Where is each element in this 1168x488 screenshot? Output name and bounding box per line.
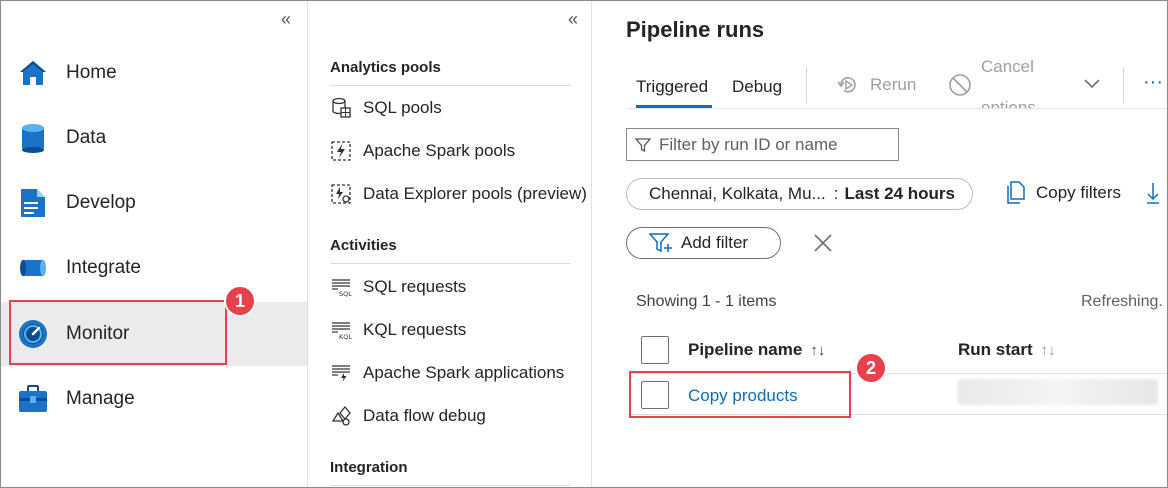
search-box [626, 128, 899, 161]
section-heading-activities: Activities [330, 237, 397, 254]
add-filter-icon [649, 233, 672, 253]
svg-text:SQL: SQL [339, 290, 352, 298]
region-filter-value: Chennai, Kolkata, Mu... [649, 184, 826, 203]
section-heading-analytics-pools: Analytics pools [330, 59, 441, 76]
search-input[interactable] [659, 134, 889, 155]
rerun-button[interactable]: Rerun [836, 73, 916, 97]
copy-filters-label: Copy filters [1036, 183, 1122, 202]
spark-applications-icon [332, 365, 350, 382]
hub-item-data-flow-debug[interactable]: Data flow debug [330, 400, 592, 432]
nav-item-develop[interactable]: Develop [1, 171, 307, 235]
hub-item-label: SQL pools [363, 98, 442, 117]
download-icon[interactable] [1145, 181, 1161, 205]
data-flow-debug-icon [331, 405, 351, 426]
cancel-options-dropdown[interactable] [948, 73, 972, 97]
hub-item-label: Data flow debug [363, 406, 486, 425]
home-icon [20, 61, 46, 85]
filter-separator: : [833, 184, 839, 203]
cancel-label: Cancel [981, 57, 1034, 76]
tabs-divider [626, 108, 1167, 109]
database-icon [22, 124, 44, 153]
chevron-down-icon[interactable] [1083, 77, 1101, 91]
column-header-pipeline-name[interactable]: Pipeline name ↑↓ [688, 340, 825, 360]
sql-requests-icon: SQL [332, 279, 352, 298]
tab-debug[interactable]: Debug [732, 77, 782, 97]
hub-item-label: Apache Spark applications [363, 363, 565, 382]
document-icon [21, 189, 45, 217]
refresh-status: Refreshing. [1081, 293, 1163, 310]
left-nav: « Home Data Develop Integrate Monitor Ma… [1, 1, 308, 487]
hub-item-kql-requests[interactable]: KQL KQL requests [330, 314, 592, 346]
nav-item-label: Manage [66, 388, 135, 409]
section-divider [330, 485, 571, 486]
spark-pool-icon [331, 141, 351, 161]
section-heading-integration: Integration [330, 459, 408, 476]
result-count: Showing 1 - 1 items [636, 293, 777, 310]
time-region-filter-pill[interactable]: Chennai, Kolkata, Mu... : Last 24 hours [626, 178, 973, 210]
filter-icon [635, 137, 651, 152]
sort-icon[interactable]: ↑↓ [1041, 342, 1056, 359]
sort-icon[interactable]: ↑↓ [810, 342, 825, 359]
section-divider [330, 263, 571, 264]
nav-item-data[interactable]: Data [1, 106, 307, 170]
copy-icon [1007, 181, 1025, 204]
clear-filters-icon[interactable] [813, 233, 833, 253]
hub-item-sql-pools[interactable]: SQL pools [330, 92, 592, 124]
callout-highlight-pipeline-row [629, 371, 851, 418]
collapse-nav-icon[interactable]: « [281, 9, 291, 30]
hub-item-apache-spark-pools[interactable]: Apache Spark pools [330, 135, 592, 167]
cancel-icon [949, 74, 971, 96]
hub-item-label: Data Explorer pools (preview) [363, 184, 587, 203]
svg-text:KQL: KQL [339, 333, 352, 341]
nav-item-label: Develop [66, 192, 136, 213]
copy-filters-button[interactable]: Copy filters [1005, 181, 1121, 205]
collapse-hub-icon[interactable]: « [568, 9, 578, 30]
callout-badge-1: 1 [224, 285, 256, 317]
hub-item-label: KQL requests [363, 320, 467, 339]
app-window: « Home Data Develop Integrate Monitor Ma… [0, 0, 1168, 488]
hub-item-label: Apache Spark pools [363, 141, 516, 160]
cancel-options-label: options [981, 98, 1036, 108]
toolbar-separator [806, 67, 807, 103]
rerun-icon [837, 77, 856, 93]
more-options-icon[interactable]: ··· [1143, 71, 1163, 94]
callout-badge-2: 2 [855, 352, 887, 384]
hub-item-apache-spark-applications[interactable]: Apache Spark applications [330, 357, 592, 389]
page-title: Pipeline runs [626, 17, 765, 42]
nav-item-manage[interactable]: Manage [1, 367, 307, 431]
tab-triggered[interactable]: Triggered [636, 77, 708, 97]
hub-item-sql-requests[interactable]: SQL SQL requests [330, 271, 592, 303]
toolbox-icon [19, 385, 47, 412]
hub-item-label: SQL requests [363, 277, 467, 296]
column-header-run-start[interactable]: Run start ↑↓ [958, 340, 1056, 360]
nav-item-home[interactable]: Home [1, 41, 307, 105]
data-explorer-pool-icon [331, 184, 351, 204]
kql-requests-icon: KQL [332, 322, 352, 341]
nav-item-label: Integrate [66, 257, 141, 278]
time-range-value: Last 24 hours [844, 184, 955, 203]
select-all-checkbox[interactable] [641, 336, 669, 364]
sql-pool-icon [332, 97, 351, 118]
pipeline-icon [20, 260, 46, 276]
nav-item-integrate[interactable]: Integrate [1, 236, 307, 300]
run-start-value-redacted [958, 379, 1158, 405]
column-header-label: Run start [958, 340, 1033, 359]
pipeline-runs-pane: Pipeline runs Triggered Debug Rerun Canc… [593, 1, 1167, 487]
nav-item-label: Data [66, 127, 107, 148]
add-filter-button[interactable]: Add filter [626, 227, 781, 259]
section-divider [330, 85, 571, 86]
toolbar-separator [1123, 67, 1124, 103]
nav-item-label: Home [66, 62, 117, 83]
monitor-hub-panel: « Analytics pools SQL pools Apache Spark… [309, 1, 592, 487]
add-filter-label: Add filter [681, 233, 749, 252]
hub-item-data-explorer-pools[interactable]: Data Explorer pools (preview) [330, 178, 592, 210]
callout-highlight-monitor [9, 300, 227, 365]
rerun-label: Rerun [870, 75, 917, 94]
column-header-label: Pipeline name [688, 340, 803, 359]
